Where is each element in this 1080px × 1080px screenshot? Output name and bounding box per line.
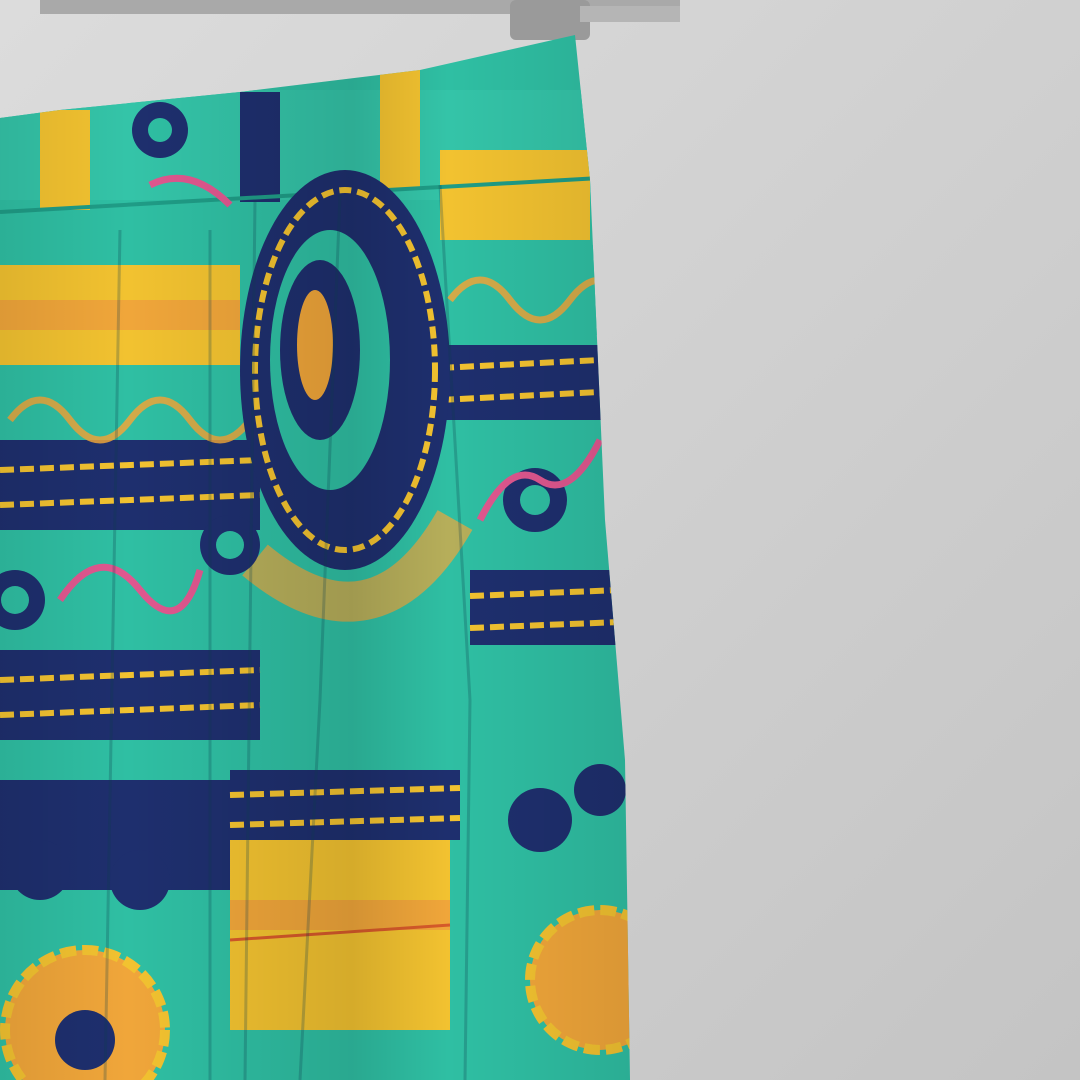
- photo-canvas: [0, 0, 1080, 1080]
- product-photo: [0, 0, 1080, 1080]
